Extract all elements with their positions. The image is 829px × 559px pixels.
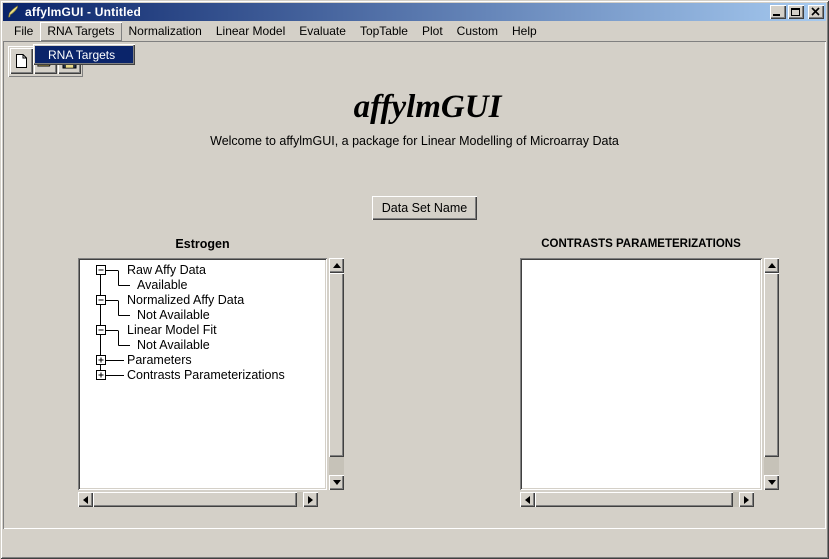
menu-rna-targets[interactable]: RNA Targets (40, 22, 121, 41)
maximize-button[interactable] (788, 5, 804, 19)
right-vertical-scrollbar[interactable] (764, 258, 779, 490)
status-tree: Raw Affy Data Available Normalized Affy … (80, 260, 325, 488)
contrasts-listbox[interactable] (520, 258, 762, 490)
close-button[interactable] (808, 5, 824, 19)
scroll-right-button[interactable] (303, 492, 318, 507)
scrollbar-thumb[interactable] (764, 273, 779, 457)
menu-custom[interactable]: Custom (450, 22, 505, 41)
right-panel-title: CONTRASTS PARAMETERIZATIONS (520, 238, 762, 250)
minimize-button[interactable] (770, 5, 786, 19)
scroll-up-icon (333, 263, 341, 268)
scroll-down-icon (333, 480, 341, 485)
scrollbar-thumb[interactable] (93, 492, 297, 507)
contrasts-list-empty (522, 260, 760, 488)
scroll-down-button[interactable] (329, 475, 344, 490)
menu-plot[interactable]: Plot (415, 22, 450, 41)
tk-feather-icon (6, 5, 20, 19)
scroll-left-icon (83, 496, 88, 504)
tree-item-raw-affy-data[interactable]: Raw Affy Data (127, 263, 206, 277)
scrollbar-thumb[interactable] (329, 273, 344, 457)
tree-item-linear-model-fit[interactable]: Linear Model Fit (127, 323, 217, 337)
scroll-down-icon (768, 480, 776, 485)
status-tree-listbox[interactable]: Raw Affy Data Available Normalized Affy … (78, 258, 327, 490)
menu-toptable[interactable]: TopTable (353, 22, 415, 41)
close-icon (808, 5, 824, 19)
data-set-name-button[interactable]: Data Set Name (372, 196, 477, 220)
menu-file[interactable]: File (7, 22, 40, 41)
tree-toggle-plus[interactable] (97, 356, 106, 365)
scroll-right-icon (308, 496, 313, 504)
dropdown-item-rna-targets[interactable]: RNA Targets (35, 46, 133, 63)
app-title-heading: affylmGUI (3, 89, 829, 126)
menu-normalization[interactable]: Normalization (122, 22, 209, 41)
scroll-right-icon (744, 496, 749, 504)
scroll-up-button[interactable] (329, 258, 344, 273)
tree-toggle-plus[interactable] (97, 371, 106, 380)
new-file-button[interactable] (10, 48, 33, 74)
rna-targets-dropdown-menu: RNA Targets (33, 44, 135, 65)
left-vertical-scrollbar[interactable] (329, 258, 344, 490)
tree-item-not-available[interactable]: Not Available (137, 308, 210, 322)
left-panel-title: Estrogen (78, 237, 327, 251)
new-document-icon (15, 53, 28, 69)
tree-item-not-available[interactable]: Not Available (137, 338, 210, 352)
tree-toggle-minus[interactable] (97, 296, 106, 305)
scroll-up-button[interactable] (764, 258, 779, 273)
menu-evaluate[interactable]: Evaluate (292, 22, 353, 41)
right-horizontal-scrollbar[interactable] (520, 492, 754, 507)
tree-item-parameters[interactable]: Parameters (127, 353, 192, 367)
menu-help[interactable]: Help (505, 22, 544, 41)
minimize-icon (773, 14, 780, 16)
welcome-text: Welcome to affylmGUI, a package for Line… (3, 134, 826, 148)
scroll-right-button[interactable] (739, 492, 754, 507)
menubar: File RNA Targets Normalization Linear Mo… (3, 21, 826, 41)
scroll-down-button[interactable] (764, 475, 779, 490)
scroll-left-icon (525, 496, 530, 504)
tree-item-normalized-affy-data[interactable]: Normalized Affy Data (127, 293, 244, 307)
scrollbar-thumb[interactable] (535, 492, 733, 507)
menu-linear-model[interactable]: Linear Model (209, 22, 292, 41)
scroll-left-button[interactable] (78, 492, 93, 507)
client-area: RNA Targets affylmGUI Welcome to affylmG… (3, 41, 826, 529)
statusbar (3, 529, 826, 555)
tree-item-available[interactable]: Available (137, 278, 188, 292)
tree-toggle-minus[interactable] (97, 326, 106, 335)
tree-item-contrasts-parameterizations[interactable]: Contrasts Parameterizations (127, 368, 285, 382)
scroll-up-icon (768, 263, 776, 268)
titlebar[interactable]: affylmGUI - Untitled (3, 3, 826, 21)
left-horizontal-scrollbar[interactable] (78, 492, 318, 507)
scroll-left-button[interactable] (520, 492, 535, 507)
app-window: affylmGUI - Untitled File RNA Targets No… (0, 0, 829, 559)
window-title: affylmGUI - Untitled (25, 5, 768, 19)
maximize-icon (791, 8, 800, 16)
tree-toggle-minus[interactable] (97, 266, 106, 275)
